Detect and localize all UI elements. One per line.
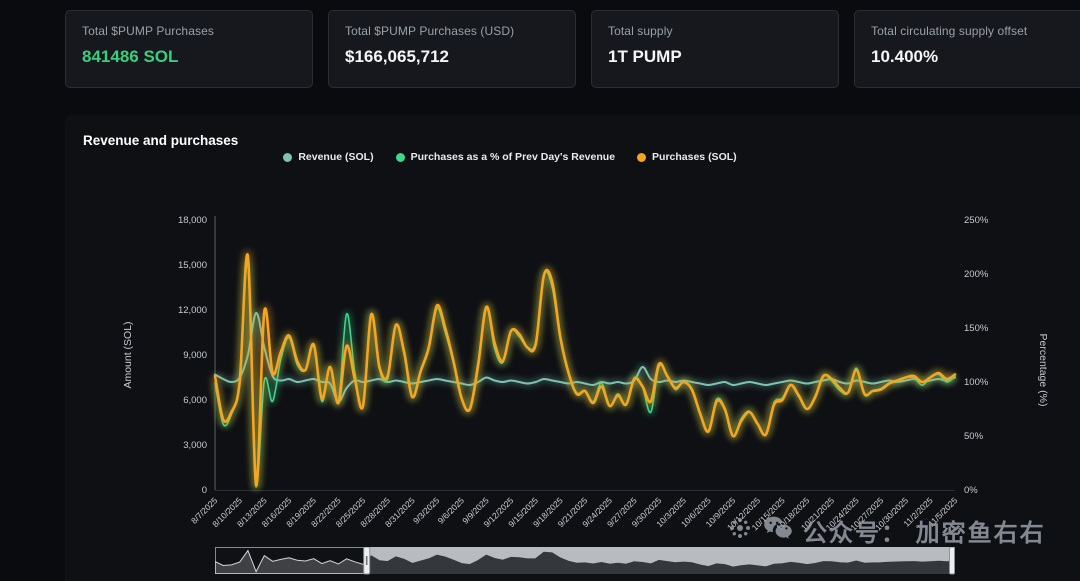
datazoom-slider[interactable] [215, 547, 955, 575]
card-circulating-supply-offset: Total circulating supply offset 10.400% [854, 10, 1080, 88]
card-total-supply: Total supply 1T PUMP [591, 10, 839, 88]
svg-text:250%: 250% [964, 215, 989, 226]
card-total-pump-purchases: Total $PUMP Purchases 841486 SOL [65, 10, 313, 88]
svg-text:3,000: 3,000 [183, 440, 207, 451]
svg-text:15,000: 15,000 [178, 260, 207, 271]
svg-text:0: 0 [202, 485, 207, 496]
svg-text:9,000: 9,000 [183, 350, 207, 361]
svg-text:50%: 50% [964, 431, 984, 442]
card-value: 10.400% [871, 47, 1080, 67]
card-label: Total circulating supply offset [871, 24, 1080, 38]
datazoom-right-handle[interactable] [950, 547, 955, 574]
card-value: $166,065,712 [345, 47, 559, 67]
svg-text:100%: 100% [964, 377, 989, 388]
revenue-purchases-panel: Revenue and purchases Revenue (SOL) Purc… [65, 115, 1080, 581]
svg-text:150%: 150% [964, 323, 989, 334]
revenue-purchases-chart: 0 3,000 6,000 9,000 12,000 15,000 18,000 0% 50% 1… [65, 115, 1080, 581]
card-label: Total $PUMP Purchases (USD) [345, 24, 559, 38]
svg-text:0%: 0% [964, 485, 978, 496]
card-value: 1T PUMP [608, 47, 822, 67]
svg-text:200%: 200% [964, 269, 989, 280]
card-value: 841486 SOL [82, 47, 296, 67]
svg-text:12,000: 12,000 [178, 305, 207, 316]
svg-text:6,000: 6,000 [183, 395, 207, 406]
card-label: Total supply [608, 24, 822, 38]
stat-cards-row: Total $PUMP Purchases 841486 SOL Total $… [65, 10, 1080, 88]
card-label: Total $PUMP Purchases [82, 24, 296, 38]
card-total-pump-purchases-usd: Total $PUMP Purchases (USD) $166,065,712 [328, 10, 576, 88]
svg-text:18,000: 18,000 [178, 215, 207, 226]
